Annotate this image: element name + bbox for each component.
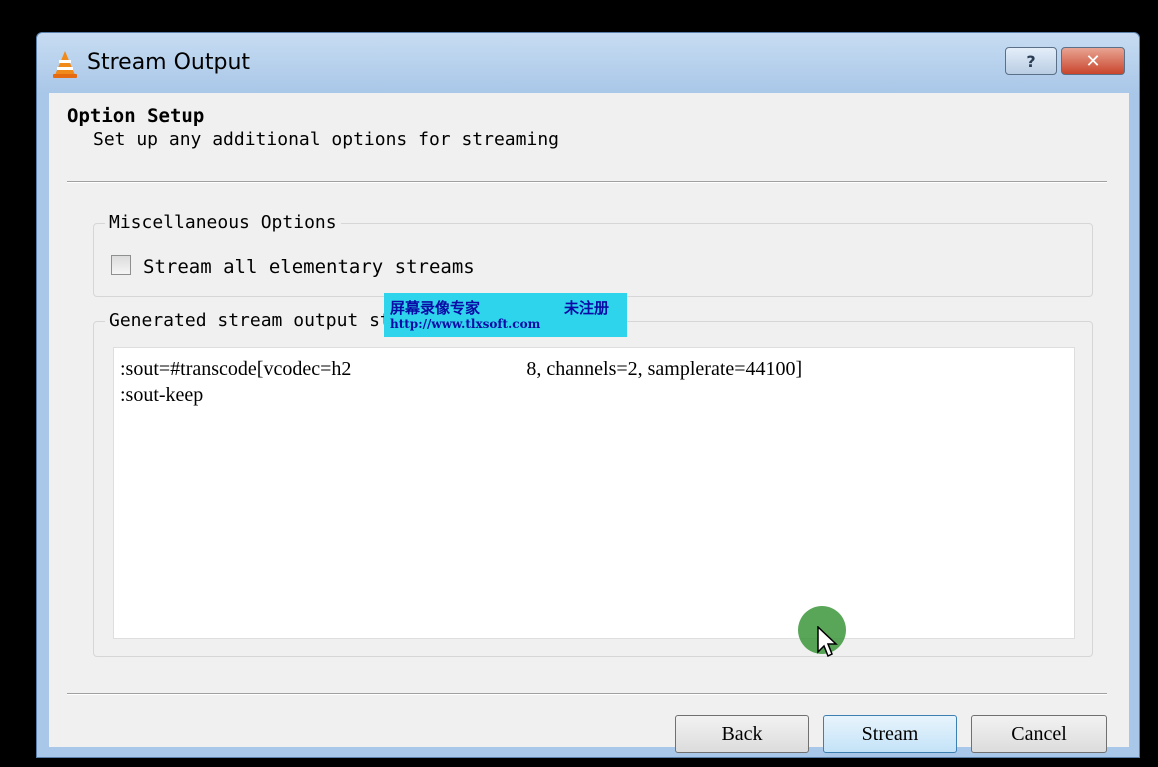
dialog-content: Option Setup Set up any additional optio… bbox=[49, 93, 1129, 753]
stream-output-window: Stream Output ? ✕ Option Setup Set up an… bbox=[36, 32, 1140, 758]
back-button[interactable]: Back bbox=[675, 715, 809, 753]
page-subtitle: Set up any additional options for stream… bbox=[93, 129, 559, 150]
misc-options-label: Miscellaneous Options bbox=[105, 212, 341, 233]
output-string-textarea[interactable]: :sout=#transcode[vcodec=h2 8, channels=2… bbox=[113, 347, 1075, 639]
stream-all-label[interactable]: Stream all elementary streams bbox=[143, 256, 475, 278]
help-button[interactable]: ? bbox=[1005, 47, 1057, 75]
stream-all-checkbox[interactable] bbox=[111, 255, 131, 275]
close-button[interactable]: ✕ bbox=[1061, 47, 1125, 75]
close-icon: ✕ bbox=[1085, 50, 1101, 72]
footer-divider bbox=[67, 693, 1107, 695]
vlc-cone-icon bbox=[53, 51, 77, 78]
header-divider bbox=[67, 181, 1107, 183]
output-line-2: :sout-keep bbox=[120, 384, 204, 406]
stream-button[interactable]: Stream bbox=[823, 715, 957, 753]
title-bar[interactable]: Stream Output ? ✕ bbox=[37, 33, 1139, 93]
watermark-title: 屏幕录像专家 bbox=[390, 299, 481, 317]
watermark-url: http://www.tlxsoft.com bbox=[390, 317, 541, 331]
help-icon: ? bbox=[1026, 51, 1036, 71]
mouse-cursor-icon bbox=[817, 626, 838, 658]
watermark-unregistered: 未注册 bbox=[564, 299, 610, 317]
window-title: Stream Output bbox=[87, 50, 251, 75]
recorder-watermark: 屏幕录像专家 未注册 http://www.tlxsoft.com bbox=[384, 293, 627, 337]
output-line-1: :sout=#transcode[vcodec=h2 8, channels=2… bbox=[120, 358, 803, 380]
page-title: Option Setup bbox=[67, 105, 205, 127]
cancel-button[interactable]: Cancel bbox=[971, 715, 1107, 753]
